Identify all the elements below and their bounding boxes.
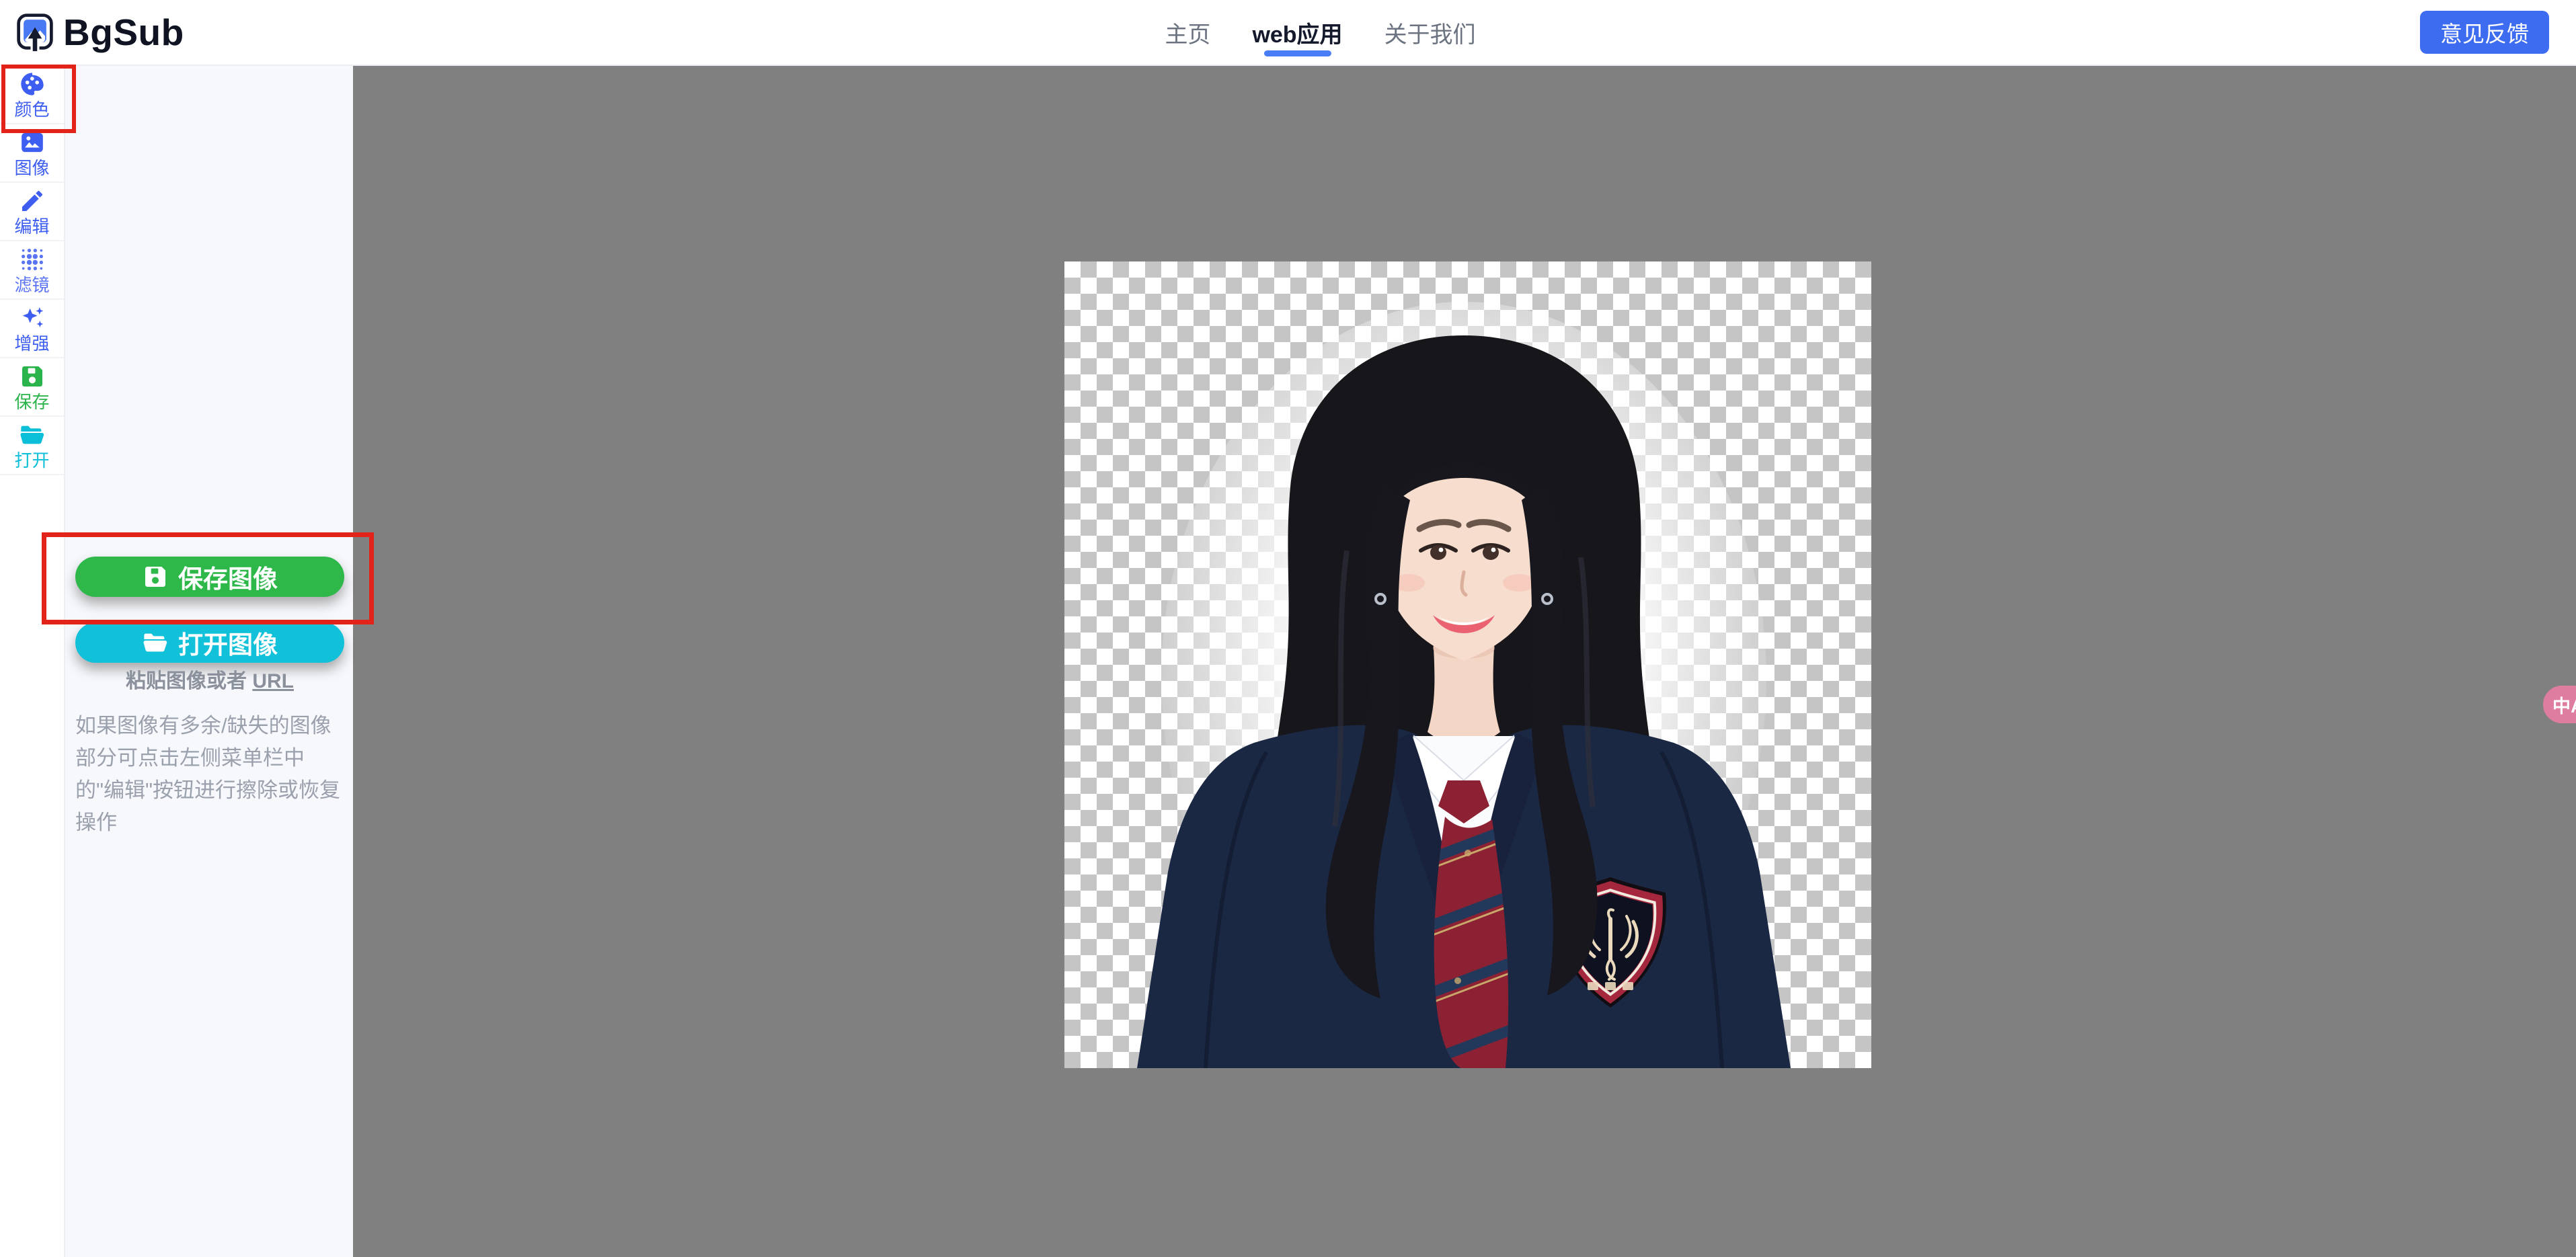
save-floppy-icon bbox=[145, 567, 165, 587]
rail-item-open[interactable]: 打开 bbox=[0, 417, 64, 475]
translate-widget-button[interactable]: 中A bbox=[2543, 686, 2576, 723]
rail-item-enhance-label: 增强 bbox=[14, 333, 50, 354]
save-floppy-icon bbox=[22, 366, 42, 387]
image-icon bbox=[21, 132, 43, 153]
pencil-icon bbox=[22, 190, 42, 211]
nav-item-home[interactable]: 主页 bbox=[1165, 0, 1210, 65]
rail-item-edit[interactable]: 编辑 bbox=[0, 183, 64, 241]
logo-text: BgSub bbox=[63, 11, 184, 53]
nav-item-webapp[interactable]: web应用 bbox=[1252, 0, 1343, 65]
header: BgSub 主页 web应用 关于我们 意见反馈 bbox=[0, 0, 2576, 66]
bgsub-logo-icon bbox=[17, 13, 53, 52]
paste-url-link[interactable]: URL bbox=[252, 670, 294, 692]
rail-item-image[interactable]: 图像 bbox=[0, 124, 64, 183]
rail-item-image-label: 图像 bbox=[14, 158, 50, 178]
paste-hint-text: 粘贴图像或者 bbox=[126, 670, 253, 692]
logo[interactable]: BgSub bbox=[15, 0, 184, 65]
palette-icon bbox=[20, 73, 44, 95]
tool-rail: 颜色 图像 编辑 滤镜 增强 保存 打开 bbox=[0, 66, 65, 1257]
rail-item-color[interactable]: 颜色 bbox=[0, 66, 64, 124]
save-image-button[interactable]: 保存图像 bbox=[75, 557, 344, 597]
nav-item-home-label: 主页 bbox=[1165, 22, 1211, 48]
editor-canvas bbox=[354, 66, 2576, 1257]
rail-item-open-label: 打开 bbox=[14, 450, 50, 471]
paste-hint: 粘贴图像或者 URL bbox=[75, 664, 344, 694]
feedback-button[interactable]: 意见反馈 bbox=[2420, 11, 2549, 54]
rail-item-edit-label: 编辑 bbox=[14, 216, 50, 237]
folder-open-icon bbox=[19, 425, 44, 444]
main-nav: 主页 web应用 关于我们 bbox=[1165, 0, 1476, 65]
rail-item-color-label: 颜色 bbox=[14, 99, 50, 120]
subject-image[interactable] bbox=[1064, 261, 1871, 1068]
folder-open-icon bbox=[143, 633, 167, 652]
nav-item-about[interactable]: 关于我们 bbox=[1384, 0, 1476, 65]
save-image-button-label: 保存图像 bbox=[178, 565, 278, 593]
nav-item-webapp-label: web应用 bbox=[1252, 22, 1343, 48]
translate-icon: 中A bbox=[2552, 696, 2576, 717]
bgsub-app: BgSub 主页 web应用 关于我们 意见反馈 颜色 图像 编辑 滤镜 增强 … bbox=[0, 0, 2576, 1257]
edit-tip-text: 如果图像有多余/缺失的图像部分可点击左侧菜单栏中的"编辑"按钮进行擦除或恢复操作 bbox=[75, 714, 341, 835]
rail-item-enhance[interactable]: 增强 bbox=[0, 300, 64, 358]
feedback-button-label: 意见反馈 bbox=[2440, 22, 2529, 46]
rail-item-filter-label: 滤镜 bbox=[14, 275, 50, 295]
open-image-button-label: 打开图像 bbox=[178, 631, 278, 659]
halftone-dots-icon bbox=[21, 249, 43, 270]
side-panel: 保存图像 打开图像 粘贴图像或者 URL 如果图像有多余/缺失的图像部分可点击左… bbox=[65, 66, 353, 1257]
nav-item-about-label: 关于我们 bbox=[1384, 22, 1476, 48]
portrait-cutout bbox=[1137, 302, 1791, 1068]
rail-item-save[interactable]: 保存 bbox=[0, 358, 64, 417]
open-image-button[interactable]: 打开图像 bbox=[75, 622, 344, 663]
rail-item-filter[interactable]: 滤镜 bbox=[0, 241, 64, 300]
sparkles-icon bbox=[22, 307, 43, 327]
rail-item-save-label: 保存 bbox=[14, 392, 50, 412]
active-tab-underline bbox=[1263, 50, 1331, 56]
